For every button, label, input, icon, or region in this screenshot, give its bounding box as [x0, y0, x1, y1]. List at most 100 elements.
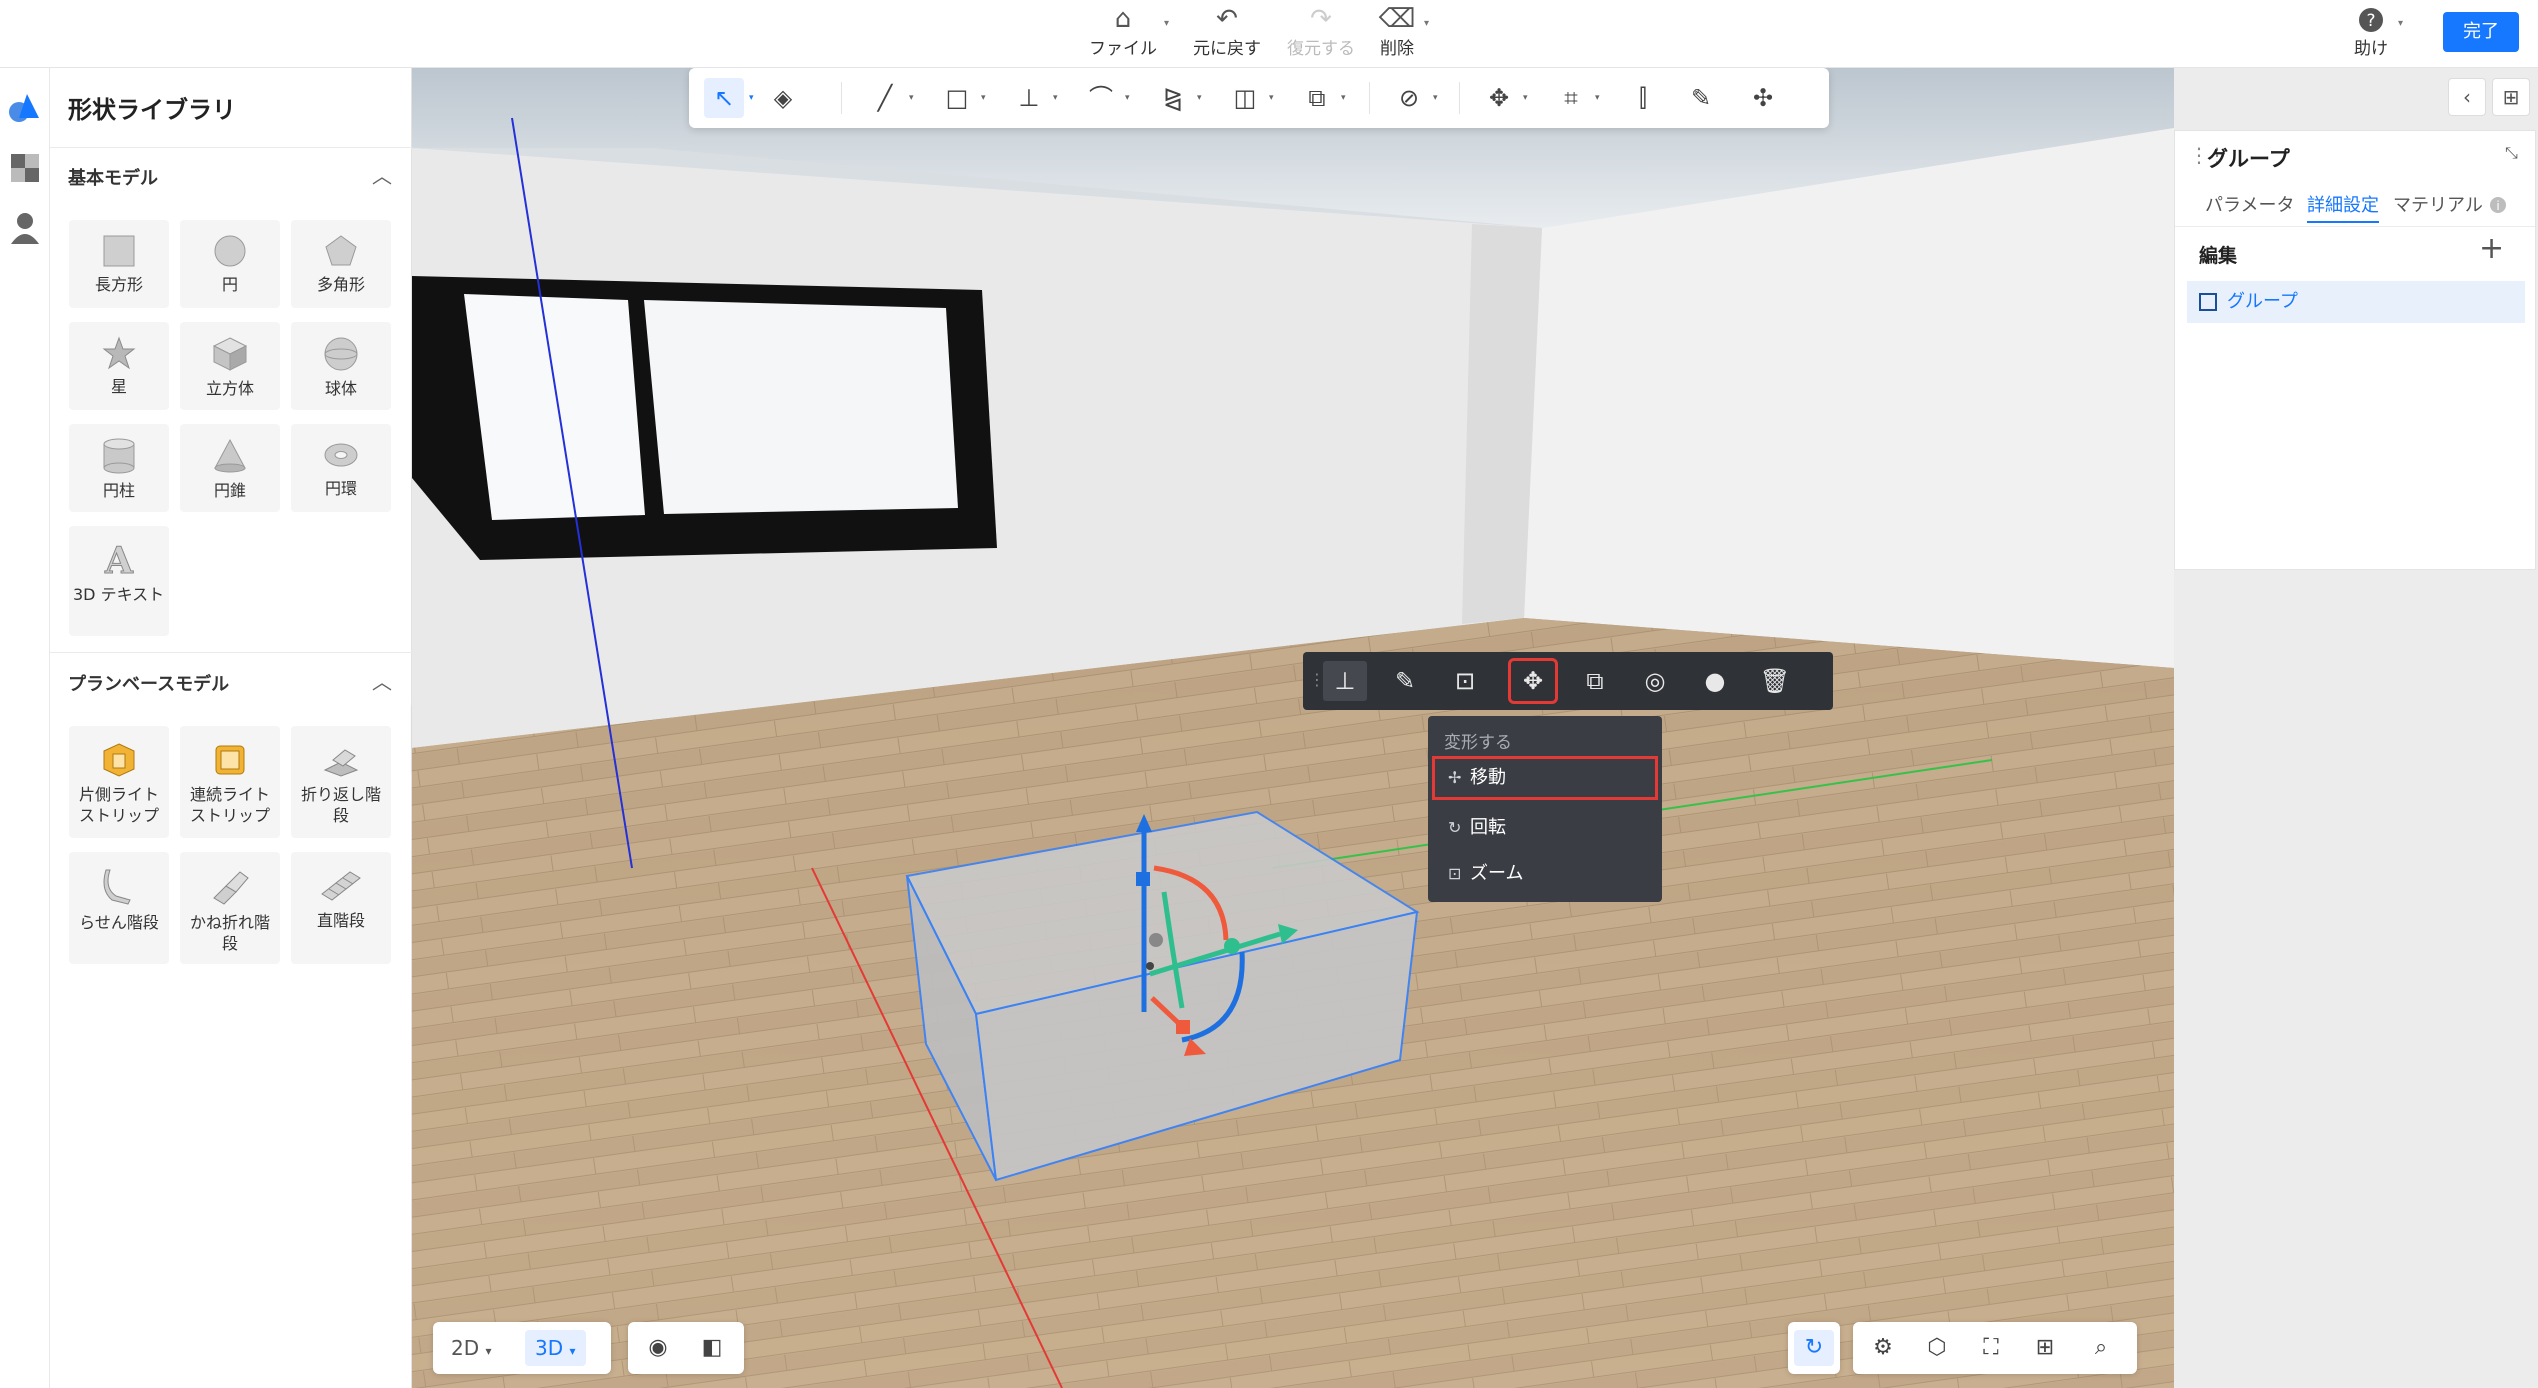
focus-button[interactable]: ⛶ — [1971, 1330, 2011, 1366]
shapes-rail-button[interactable] — [5, 86, 45, 130]
transform-rotate-item[interactable]: ↻ 回転 — [1432, 806, 1658, 850]
zoom-search-button[interactable]: ⌕ — [2081, 1330, 2121, 1366]
transform-tool-button[interactable]: ✣ — [1743, 78, 1783, 118]
zoom-search-icon: ⌕ — [2094, 1335, 2108, 1360]
plan-tile-straight-stairs[interactable]: 直階段 — [291, 852, 391, 964]
help-caret-icon[interactable]: ▾ — [2398, 18, 2403, 29]
box-view-button[interactable]: ◧ — [692, 1330, 732, 1366]
paint-tool-button[interactable]: ◈ — [763, 78, 803, 118]
right-panel-tools: ‹ ⊞ — [2174, 68, 2538, 128]
divider — [2175, 226, 2535, 227]
chevron-up-icon[interactable]: ︿ — [372, 666, 392, 695]
shape-tile-rectangle[interactable]: 長方形 — [69, 220, 169, 308]
transform-move-item[interactable]: ✢ 移動 — [1432, 756, 1658, 800]
shape-tile-sphere[interactable]: 球体 — [291, 322, 391, 410]
eyedropper-tool-button[interactable]: ✎ — [1681, 78, 1721, 118]
list-item[interactable]: グループ — [2187, 281, 2525, 323]
file-caret-icon[interactable]: ▾ — [1164, 18, 1169, 29]
circle-icon — [214, 235, 246, 267]
select-caret-icon[interactable]: ▾ — [749, 93, 754, 103]
material-tool-button[interactable]: ⊘ — [1389, 78, 1429, 118]
shape-tile-torus[interactable]: 円環 — [291, 424, 391, 512]
delete-button[interactable]: ⌫ 削除 — [1342, 4, 1452, 64]
material-caret-icon[interactable]: ▾ — [1433, 93, 1438, 103]
help-button[interactable]: ? 助け — [2316, 4, 2426, 64]
orbit-button[interactable]: ↻ — [1794, 1330, 1834, 1366]
group-panel-title: グループ — [2207, 147, 2290, 171]
help-label: 助け — [2354, 39, 2388, 59]
curve-caret-icon[interactable]: ▾ — [1125, 93, 1130, 103]
ctx-edit-button[interactable]: ✎ — [1383, 661, 1427, 701]
collapse-right-button[interactable]: ‹ — [2448, 78, 2486, 116]
curve-tool-button[interactable]: ⌒ — [1081, 78, 1121, 118]
line-caret-icon[interactable]: ▾ — [909, 93, 914, 103]
plan-tile-switchback-stairs[interactable]: 折り返し階段 — [291, 726, 391, 838]
line-icon: ╱ — [877, 84, 893, 112]
cube-view-button[interactable]: ⬡ — [1917, 1330, 1957, 1366]
view-3d-tab[interactable]: 3D ▾ — [525, 1330, 586, 1366]
plan-tile-single-light-strip[interactable]: 片側ライトストリップ — [69, 726, 169, 838]
push-pull-caret-icon[interactable]: ▾ — [1053, 93, 1058, 103]
ctx-push-pull-button[interactable]: ⊥ — [1323, 661, 1367, 701]
visibility-button[interactable]: ◉ — [638, 1330, 678, 1366]
rectangle-icon — [103, 235, 135, 267]
chevron-up-icon[interactable]: ︿ — [372, 160, 392, 189]
ctx-copy-button[interactable]: ⧉ — [1573, 661, 1617, 701]
collapse-icon[interactable]: ⤡ — [2505, 143, 2518, 163]
home-icon: ⌂ — [1114, 4, 1132, 34]
mirror-tool-button[interactable]: ⧎ — [1153, 78, 1193, 118]
shape-tile-cylinder[interactable]: 円柱 — [69, 424, 169, 512]
shape-tile-polygon[interactable]: 多角形 — [291, 220, 391, 308]
3d-viewport[interactable]: ↖ ▾ ◈ ╱ ▾ □ ▾ ⊥ ▾ ⌒ ▾ ⧎ ▾ ◫ ▾ ⧉ ▾ ⊘ ▾ ✥ … — [412, 68, 2174, 1388]
shape-tile-3d-text[interactable]: A 3D テキスト — [69, 526, 169, 636]
move-tool-button[interactable]: ✥ — [1479, 78, 1519, 118]
combine-tool-button[interactable]: ⧉ — [1297, 78, 1337, 118]
split-icon: ◫ — [1233, 84, 1257, 112]
file-menu-button[interactable]: ⌂ ファイル — [1068, 4, 1178, 64]
combine-caret-icon[interactable]: ▾ — [1341, 93, 1346, 103]
ctx-person-button[interactable]: ● — [1693, 661, 1737, 701]
3d-text-icon: A — [104, 540, 135, 578]
shape-tile-cube[interactable]: 立方体 — [180, 322, 280, 410]
fit-view-button[interactable]: ⊞ — [2025, 1330, 2065, 1366]
plan-tile-spiral-stairs[interactable]: らせん階段 — [69, 852, 169, 964]
divider — [841, 82, 842, 114]
rectangle-tool-button[interactable]: □ — [937, 78, 977, 118]
ctx-hide-button[interactable]: ◎ — [1633, 661, 1677, 701]
rotate-icon: ↻ — [1448, 818, 1462, 837]
camera-settings-button[interactable]: ⚙ — [1863, 1330, 1903, 1366]
rectangle-caret-icon[interactable]: ▾ — [981, 93, 986, 103]
info-icon[interactable]: i — [2489, 196, 2507, 214]
add-icon[interactable]: + — [2479, 231, 2504, 266]
delete-caret-icon[interactable]: ▾ — [1424, 18, 1429, 29]
snap-tool-button[interactable]: ⌗ — [1551, 78, 1591, 118]
align-tool-button[interactable]: ⫿ — [1623, 78, 1663, 118]
mirror-caret-icon[interactable]: ▾ — [1197, 93, 1202, 103]
material-rail-button[interactable] — [5, 148, 45, 192]
shape-tile-star[interactable]: 星 — [69, 322, 169, 410]
tab-advanced-settings[interactable]: 詳細設定 — [2307, 191, 2379, 223]
split-tool-button[interactable]: ◫ — [1225, 78, 1265, 118]
tab-material[interactable]: マテリアル i — [2393, 191, 2507, 223]
line-tool-button[interactable]: ╱ — [865, 78, 905, 118]
layout-button[interactable]: ⊞ — [2492, 78, 2530, 116]
select-tool-button[interactable]: ↖ — [704, 78, 744, 118]
push-pull-tool-button[interactable]: ⊥ — [1009, 78, 1049, 118]
view-2d-tab[interactable]: 2D ▾ — [441, 1330, 502, 1366]
plan-tile-l-shaped-stairs[interactable]: かね折れ階段 — [180, 852, 280, 964]
paint-bucket-icon: ◈ — [773, 84, 793, 112]
person-rail-button[interactable] — [5, 208, 45, 252]
move-caret-icon[interactable]: ▾ — [1523, 93, 1528, 103]
tab-parameters[interactable]: パラメータ — [2205, 191, 2294, 223]
transform-zoom-item[interactable]: ⊡ ズーム — [1432, 852, 1658, 896]
cube-icon — [212, 337, 248, 371]
split-caret-icon[interactable]: ▾ — [1269, 93, 1274, 103]
done-button[interactable]: 完了 — [2443, 12, 2519, 52]
ctx-transform-button[interactable]: ✥ — [1508, 658, 1558, 704]
shape-tile-cone[interactable]: 円錐 — [180, 424, 280, 512]
ctx-delete-button[interactable]: 🗑 — [1753, 661, 1797, 701]
snap-caret-icon[interactable]: ▾ — [1595, 93, 1600, 103]
shape-tile-circle[interactable]: 円 — [180, 220, 280, 308]
plan-tile-continuous-light-strip[interactable]: 連続ライトストリップ — [180, 726, 280, 838]
ctx-group-button[interactable]: ⊡ — [1443, 661, 1487, 701]
